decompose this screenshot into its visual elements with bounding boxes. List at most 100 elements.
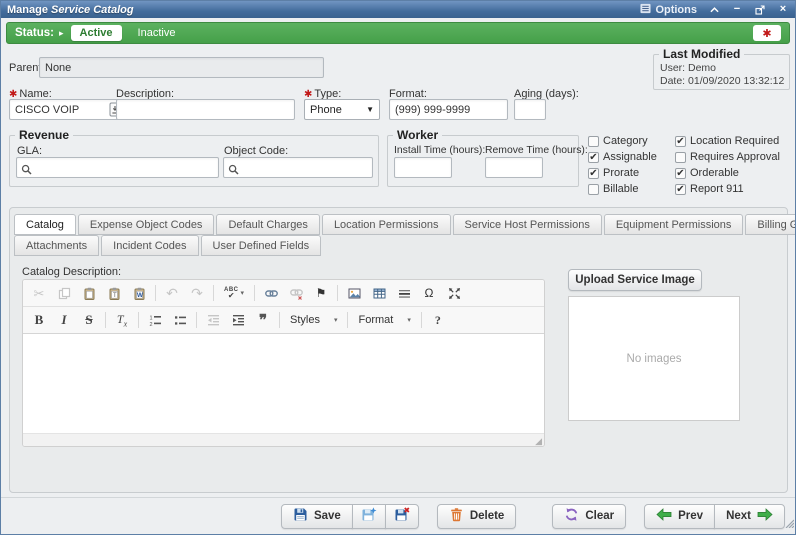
object-code-input[interactable] xyxy=(223,157,373,178)
save-button[interactable]: Save xyxy=(281,504,353,529)
checkbox-orderable[interactable]: ✔ Orderable xyxy=(675,165,780,181)
close-icon[interactable]: × xyxy=(777,4,789,16)
install-time-input[interactable] xyxy=(394,157,452,178)
checkbox[interactable]: ✔ xyxy=(588,152,599,163)
type-value: Phone xyxy=(310,104,342,116)
gla-input[interactable] xyxy=(16,157,219,178)
bold-icon[interactable]: B xyxy=(27,309,51,331)
bulleted-list-icon[interactable] xyxy=(168,309,192,331)
checkbox[interactable]: ✔ xyxy=(675,168,686,179)
status-bar: Status: ▸ Active Inactive ✱ xyxy=(6,22,790,44)
no-images-text: No images xyxy=(627,353,682,365)
horizontal-line-icon[interactable] xyxy=(392,282,416,304)
tab-equipment-permissions[interactable]: Equipment Permissions xyxy=(604,214,744,235)
cut-icon[interactable]: ✂ xyxy=(27,282,51,304)
checkbox[interactable] xyxy=(588,136,599,147)
window-title: Manage Service Catalog xyxy=(7,4,134,16)
image-icon[interactable] xyxy=(342,282,366,304)
description-input[interactable] xyxy=(116,99,295,120)
popout-icon[interactable] xyxy=(754,4,766,16)
copy-icon[interactable] xyxy=(52,282,76,304)
search-icon xyxy=(228,162,239,180)
numbered-list-icon[interactable]: 12 xyxy=(143,309,167,331)
save-icon xyxy=(293,507,308,525)
tab-attachments[interactable]: Attachments xyxy=(14,235,99,256)
unlink-icon[interactable] xyxy=(284,282,308,304)
increase-indent-icon[interactable] xyxy=(226,309,250,331)
editor-footer: ◢ xyxy=(23,433,544,446)
tab-user-defined-fields[interactable]: User Defined Fields xyxy=(201,235,322,256)
options-menu[interactable]: Options xyxy=(640,3,697,17)
revenue-legend: Revenue xyxy=(15,128,73,142)
tab-location-permissions[interactable]: Location Permissions xyxy=(322,214,451,235)
checkbox-location-required[interactable]: ✔ Location Required xyxy=(675,133,780,149)
blockquote-icon[interactable]: ❞ xyxy=(251,309,275,331)
paste-icon[interactable] xyxy=(77,282,101,304)
tab-service-host-permissions[interactable]: Service Host Permissions xyxy=(453,214,602,235)
spell-check-icon[interactable]: ABC✔ ▾ xyxy=(218,282,250,304)
next-button[interactable]: Next xyxy=(714,504,785,529)
redo-icon[interactable]: ↷ xyxy=(185,282,209,304)
prev-button[interactable]: Prev xyxy=(644,504,715,529)
svg-text:2: 2 xyxy=(149,322,152,327)
checkbox-assignable[interactable]: ✔ Assignable xyxy=(588,149,675,165)
strikethrough-icon[interactable]: S xyxy=(77,309,101,331)
editor-toolbar-row2: B I S Tx 12 ❞ xyxy=(23,307,544,334)
format-input[interactable] xyxy=(389,99,508,120)
tab-billing-group-permissions[interactable]: Billing Group Permissions xyxy=(745,214,796,235)
link-icon[interactable] xyxy=(259,282,283,304)
flags-group: Category ✔ Assignable ✔ Prorate Billable… xyxy=(588,133,793,197)
paste-plain-text-icon[interactable]: T xyxy=(102,282,126,304)
checkbox-prorate[interactable]: ✔ Prorate xyxy=(588,165,675,181)
checkbox[interactable] xyxy=(675,152,686,163)
toolbar-separator xyxy=(337,285,338,301)
delete-button[interactable]: Delete xyxy=(437,504,517,529)
minimize-icon[interactable]: − xyxy=(731,4,743,16)
checkbox-report-911[interactable]: ✔ Report 911 xyxy=(675,181,780,197)
about-icon[interactable]: ? xyxy=(426,309,450,331)
undo-icon[interactable]: ↶ xyxy=(160,282,184,304)
arrow-right-icon xyxy=(757,508,773,524)
tab-default-charges[interactable]: Default Charges xyxy=(216,214,320,235)
tab-catalog[interactable]: Catalog xyxy=(14,214,76,235)
tab-incident-codes[interactable]: Incident Codes xyxy=(101,235,198,256)
collapse-icon[interactable] xyxy=(708,4,720,16)
upload-service-image-button[interactable]: Upload Service Image xyxy=(568,269,702,291)
styles-combo[interactable]: Styles ▾ xyxy=(284,310,343,330)
maximize-icon[interactable] xyxy=(442,282,466,304)
clear-button[interactable]: Clear xyxy=(552,504,626,529)
editor-content-area[interactable] xyxy=(23,334,544,433)
window-resize-grip-icon[interactable] xyxy=(783,515,794,533)
paste-from-word-icon[interactable]: W xyxy=(127,282,151,304)
italic-icon[interactable]: I xyxy=(52,309,76,331)
remove-time-input[interactable] xyxy=(485,157,543,178)
editor-resize-grip-icon[interactable]: ◢ xyxy=(535,437,542,446)
table-icon[interactable] xyxy=(367,282,391,304)
editor-toolbar-row1: ✂ T W ↶ ↷ ABC✔ ▾ xyxy=(23,280,544,307)
save-and-new-button[interactable] xyxy=(352,504,386,529)
refresh-icon xyxy=(564,507,579,525)
title-bar[interactable]: Manage Service Catalog Options − × xyxy=(1,1,795,18)
checkbox[interactable]: ✔ xyxy=(675,136,686,147)
checkbox[interactable]: ✔ xyxy=(588,168,599,179)
checkbox-billable[interactable]: Billable xyxy=(588,181,675,197)
aging-input[interactable] xyxy=(514,99,546,120)
anchor-flag-icon[interactable]: ⚑ xyxy=(309,282,333,304)
format-combo[interactable]: Format ▾ xyxy=(352,310,416,330)
decrease-indent-icon[interactable] xyxy=(201,309,225,331)
required-fields-button[interactable]: ✱ xyxy=(753,25,781,41)
checkbox-category[interactable]: Category xyxy=(588,133,675,149)
last-modified-user: User: Demo xyxy=(654,61,789,74)
remove-format-icon[interactable]: Tx xyxy=(110,309,134,331)
status-active-button[interactable]: Active xyxy=(71,25,122,41)
parent-input[interactable] xyxy=(39,57,324,78)
checkbox[interactable]: ✔ xyxy=(675,184,686,195)
checkbox-requires-approval[interactable]: Requires Approval xyxy=(675,149,780,165)
save-and-close-button[interactable] xyxy=(385,504,419,529)
status-inactive-button[interactable]: Inactive xyxy=(138,27,176,39)
tab-expense-object-codes[interactable]: Expense Object Codes xyxy=(78,214,215,235)
checkbox[interactable] xyxy=(588,184,599,195)
special-character-icon[interactable]: Ω xyxy=(417,282,441,304)
type-select[interactable]: Phone ▼ xyxy=(304,99,380,120)
object-code-label: Object Code: xyxy=(224,145,288,157)
